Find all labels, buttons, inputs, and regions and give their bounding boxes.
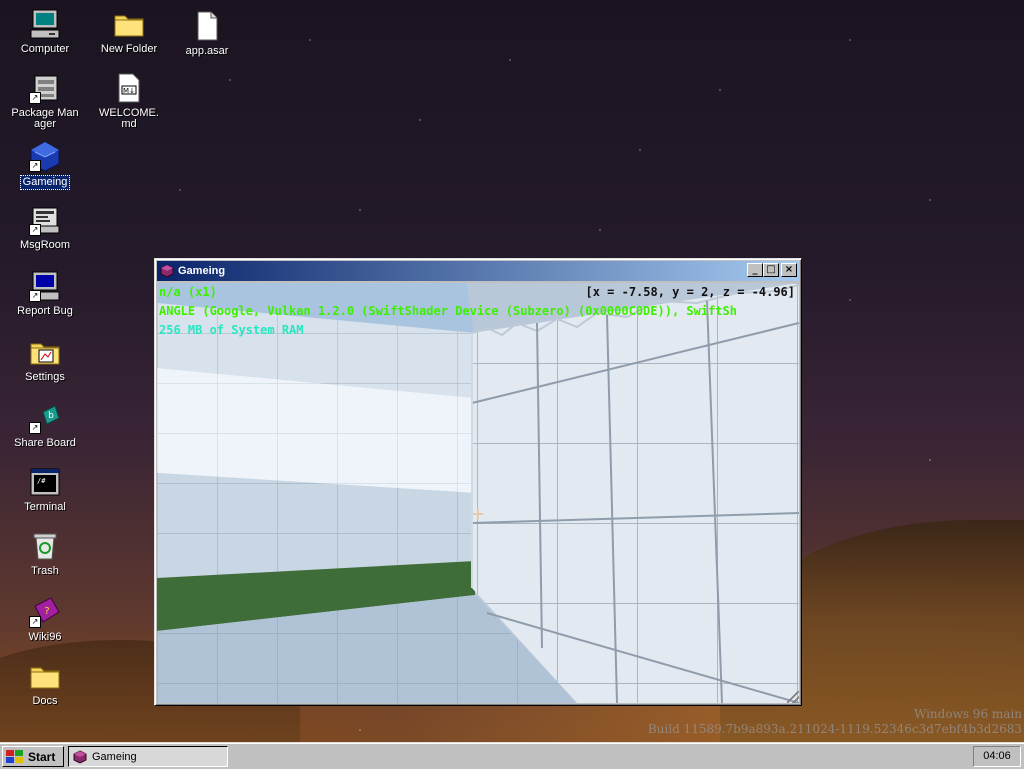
shortcut-arrow-icon: ↗ xyxy=(29,160,41,172)
gameing-icon: ↗ xyxy=(29,140,61,172)
shortcut-arrow-icon: ↗ xyxy=(29,616,41,628)
start-label: Start xyxy=(28,749,56,764)
maximize-button[interactable]: □ xyxy=(763,263,779,277)
shortcut-arrow-icon: ↗ xyxy=(29,422,41,434)
desktop-icon-label: WELCOME.md xyxy=(99,107,159,130)
desktop-icon-msgroom[interactable]: ↗ MsgRoom xyxy=(8,204,82,252)
desktop-icon-terminal[interactable]: /# Terminal xyxy=(8,466,82,514)
report-bug-icon: ↗ xyxy=(29,270,61,302)
trash-icon xyxy=(29,530,61,562)
shortcut-arrow-icon: ↗ xyxy=(29,290,41,302)
desktop-icon-label: Trash xyxy=(31,565,59,577)
desktop-icon-docs[interactable]: Docs xyxy=(8,660,82,708)
svg-text:b: b xyxy=(48,411,54,421)
shortcut-arrow-icon: ↗ xyxy=(29,224,41,236)
windows-logo-icon xyxy=(6,749,23,763)
desktop-icon-label: Gameing xyxy=(19,175,71,190)
desktop-icon-computer[interactable]: Computer xyxy=(8,8,82,56)
desktop-icon-app-asar[interactable]: app.asar xyxy=(170,10,244,58)
file-icon xyxy=(191,10,223,42)
desktop-icon-label: Report Bug xyxy=(17,305,73,317)
game-scene xyxy=(157,283,799,703)
taskbar-item-label: Gameing xyxy=(92,750,137,763)
computer-icon xyxy=(29,8,61,40)
folder-icon xyxy=(113,8,145,40)
desktop-icon-report-bug[interactable]: ↗ Report Bug xyxy=(8,270,82,318)
folder-icon xyxy=(29,660,61,692)
window-controls: _ □ × xyxy=(747,263,797,277)
msgroom-icon: ↗ xyxy=(29,204,61,236)
terminal-icon: /# xyxy=(29,466,61,498)
desktop-icon-settings[interactable]: Settings xyxy=(8,336,82,384)
desktop-icon-welcome-md[interactable]: M↓ WELCOME.md xyxy=(92,72,166,131)
desktop-icon-trash[interactable]: Trash xyxy=(8,530,82,578)
hud-coordinates: [x = -7.58, y = 2, z = -4.96] xyxy=(585,285,795,299)
watermark-line2: Build 11589.7b9a893a.211024-1119.52346c3… xyxy=(647,722,1022,736)
window-titlebar[interactable]: Gameing _ □ × xyxy=(157,261,799,281)
svg-text:M↓: M↓ xyxy=(123,87,135,95)
gameing-icon xyxy=(73,749,87,764)
desktop-icon-new-folder[interactable]: New Folder xyxy=(92,8,166,56)
close-button[interactable]: × xyxy=(781,263,797,277)
watermark-line1: Windows 96 main xyxy=(913,707,1022,721)
window-title: Gameing xyxy=(178,265,226,277)
desktop-icon-gameing[interactable]: ↗ Gameing xyxy=(8,140,82,190)
markdown-file-icon: M↓ xyxy=(113,72,145,104)
taskbar: Start Gameing 04:06 xyxy=(0,742,1024,769)
wiki96-icon: ? ↗ xyxy=(29,596,61,628)
desktop-icon-share-board[interactable]: b ↗ Share Board xyxy=(8,402,82,450)
desktop-icon-label: Docs xyxy=(32,695,58,707)
minimize-button[interactable]: _ xyxy=(747,263,763,277)
package-manager-icon: ↗ xyxy=(29,72,61,104)
desktop-icon-label: Settings xyxy=(25,371,65,383)
game-viewport[interactable]: n/a (x1) [x = -7.58, y = 2, z = -4.96] A… xyxy=(157,283,799,703)
svg-text:/#: /# xyxy=(37,477,46,485)
desktop-icon-label: Share Board xyxy=(14,437,76,449)
gameing-window[interactable]: Gameing _ □ × n/a (x1) [x = -7.58, y = 2… xyxy=(154,258,802,706)
desktop-icon-label: Wiki96 xyxy=(28,631,62,643)
desktop-icon-label: New Folder xyxy=(100,43,158,55)
crosshair-icon xyxy=(473,509,483,519)
taskbar-clock[interactable]: 04:06 xyxy=(973,746,1021,767)
shortcut-arrow-icon: ↗ xyxy=(29,92,41,104)
desktop-icon-label: MsgRoom xyxy=(19,239,71,251)
hud-renderer-info: ANGLE (Google, Vulkan 1.2.0 (SwiftShader… xyxy=(159,304,737,318)
resize-grip[interactable] xyxy=(787,691,799,703)
desktop-icon-label: app.asar xyxy=(185,45,229,57)
svg-text:?: ? xyxy=(44,606,49,617)
gameing-icon xyxy=(160,264,174,278)
desktop-icon-wiki96[interactable]: ? ↗ Wiki96 xyxy=(8,596,82,644)
share-board-icon: b ↗ xyxy=(29,402,61,434)
desktop-icon-label: Computer xyxy=(20,43,70,55)
hud-player-name: n/a (x1) xyxy=(159,285,217,299)
start-button[interactable]: Start xyxy=(2,746,64,767)
build-watermark: Windows 96 main Build 11589.7b9a893a.211… xyxy=(648,707,1022,737)
taskbar-item-gameing[interactable]: Gameing xyxy=(68,746,228,767)
desktop-icon-label: Terminal xyxy=(24,501,66,513)
settings-icon xyxy=(29,336,61,368)
desktop-icon-package-manager[interactable]: ↗ Package Manager xyxy=(8,72,82,131)
desktop-icon-label: Package Manager xyxy=(11,107,79,130)
hud-memory-info: 256 MB of System RAM xyxy=(159,323,304,337)
